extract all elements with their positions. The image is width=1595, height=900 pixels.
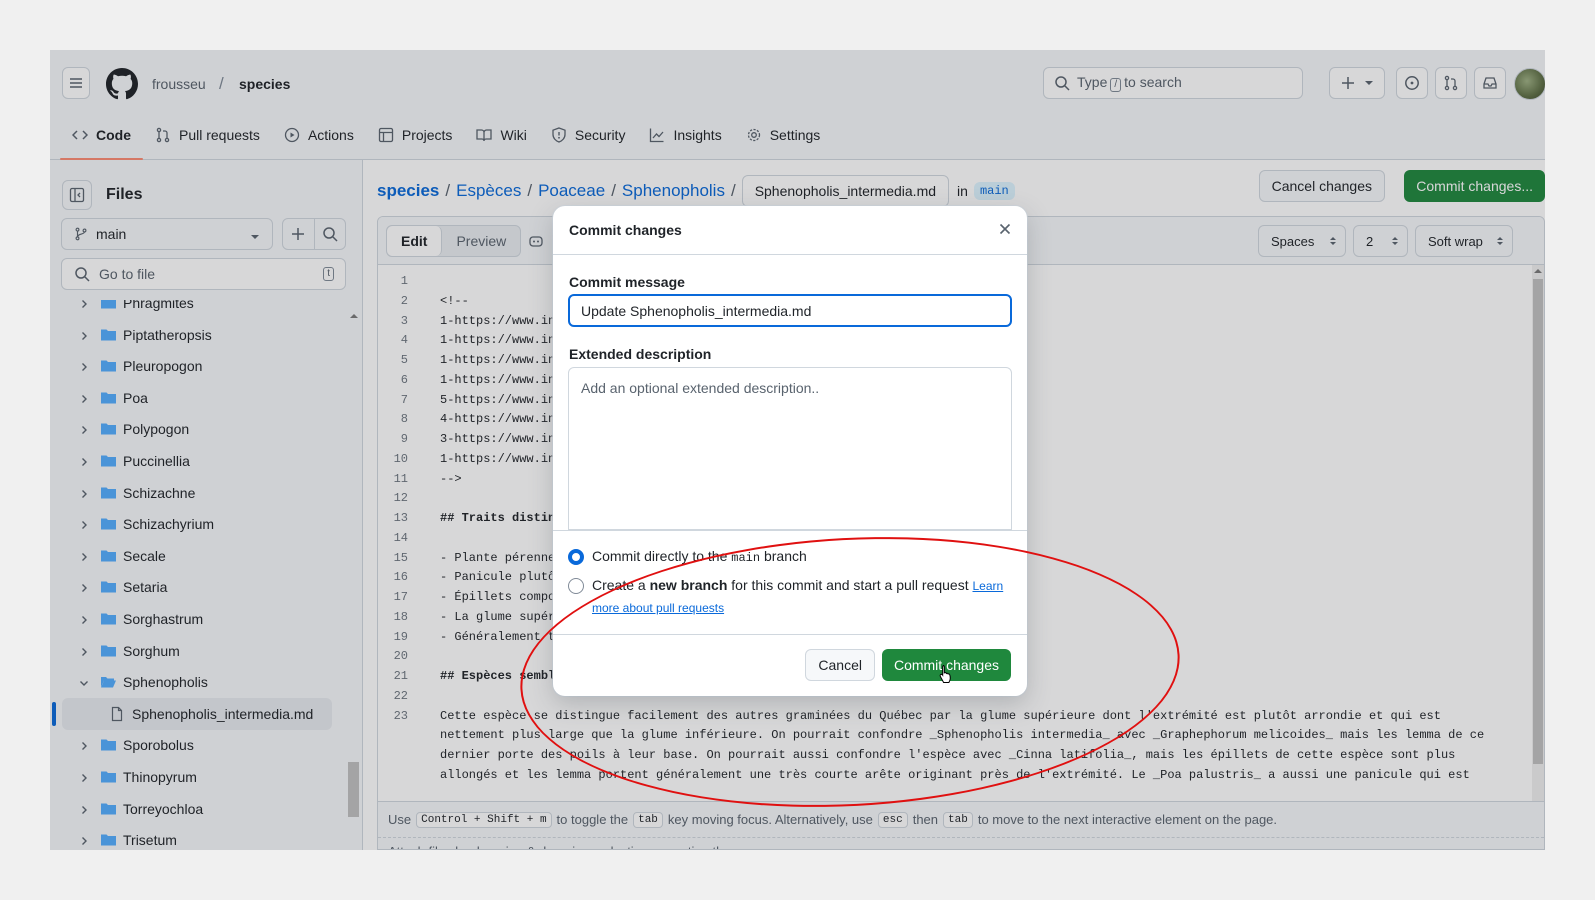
commit-direct-suffix: branch <box>763 548 807 564</box>
dialog-header: Commit changes <box>553 206 1027 255</box>
browser-viewport: frousseu / species Type/to search Code <box>50 50 1545 850</box>
commit-message-label: Commit message <box>569 274 685 290</box>
commit-direct-text: Commit directly to the <box>592 548 728 564</box>
commit-direct-label[interactable]: Commit directly to the main branch <box>592 546 807 569</box>
dialog-cancel-button[interactable]: Cancel <box>805 649 875 681</box>
new-branch-text: Create a <box>592 577 646 593</box>
dialog-footer-divider <box>553 634 1027 635</box>
dialog-title: Commit changes <box>569 222 682 238</box>
commit-message-input[interactable] <box>568 294 1012 327</box>
new-branch-label[interactable]: Create a new branch for this commit and … <box>592 575 1012 619</box>
extended-description-input[interactable] <box>568 367 1012 530</box>
commit-direct-branch: main <box>731 551 761 565</box>
commit-dialog: Commit changes Commit message Extended d… <box>553 206 1027 696</box>
extended-description-label: Extended description <box>569 346 712 362</box>
close-icon[interactable] <box>997 221 1013 237</box>
new-branch-radio[interactable] <box>568 578 584 594</box>
new-branch-suffix: for this commit and start a pull request <box>731 577 969 593</box>
dialog-divider <box>553 530 1027 531</box>
new-branch-bold: new branch <box>649 577 728 593</box>
hand-cursor-icon <box>939 665 951 683</box>
commit-direct-radio[interactable] <box>568 549 584 565</box>
